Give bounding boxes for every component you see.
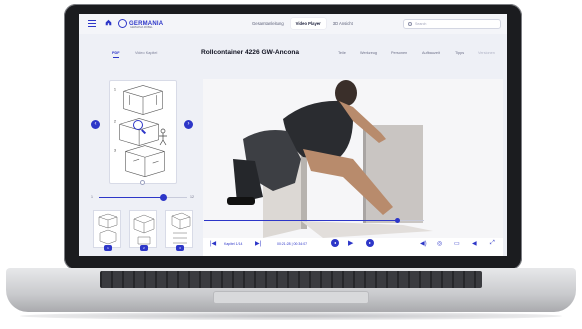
speaker-icon[interactable]: ◀ xyxy=(472,240,477,247)
fullscreen-icon[interactable]: ⤢ xyxy=(490,240,495,247)
page-indicator xyxy=(140,180,145,185)
logo-mark xyxy=(118,19,127,28)
slider-max-label: 12 xyxy=(190,195,194,199)
search-input[interactable]: Search xyxy=(403,19,501,29)
chapter-label: Kapitel 1/14 xyxy=(224,242,243,246)
volume-icon[interactable]: ◀) xyxy=(420,240,427,247)
skip-forward-icon[interactable]: ▶| xyxy=(255,240,261,247)
search-icon xyxy=(408,22,412,26)
tab-versions[interactable]: Versionen xyxy=(478,51,495,55)
chapters-icon[interactable]: ◎ xyxy=(437,240,442,247)
thumbnail-number: 3 xyxy=(176,245,184,251)
subtitles-icon[interactable]: ▭ xyxy=(454,240,460,247)
tab-video-chapters[interactable]: Video Kapitel xyxy=(135,51,157,55)
logo-subtitle: GERMANIA MÖBEL xyxy=(130,26,153,29)
home-icon[interactable] xyxy=(105,19,112,26)
video-progress-bar[interactable] xyxy=(204,218,424,223)
tab-parts[interactable]: Teile xyxy=(338,51,346,55)
app-screen: GERMANIA GERMANIA MÖBEL Gesamtanleitung … xyxy=(79,14,507,256)
slider-min-label: 1 xyxy=(91,195,93,199)
rewind-icon[interactable]: ◂ xyxy=(331,239,339,247)
video-progress-fill xyxy=(204,220,398,222)
svg-text:2: 2 xyxy=(114,118,116,123)
tab-pdf[interactable]: PDF xyxy=(112,51,120,58)
zoom-icon[interactable] xyxy=(133,120,143,130)
app-header: GERMANIA GERMANIA MÖBEL Gesamtanleitung … xyxy=(79,14,507,34)
laptop-shadow xyxy=(20,312,562,320)
tab-tools[interactable]: Werkzeug xyxy=(360,51,377,55)
laptop-trackpad xyxy=(214,292,368,303)
tab-tips[interactable]: Tipps xyxy=(455,51,464,55)
nav-tab-video-player[interactable]: Video Player xyxy=(290,18,326,29)
page-slider-knob[interactable] xyxy=(159,194,167,201)
thumbnail-drawing xyxy=(98,213,118,245)
svg-text:3: 3 xyxy=(114,147,116,152)
menu-icon[interactable] xyxy=(88,20,96,27)
search-placeholder: Search xyxy=(415,22,427,26)
video-time: 00:21:28 | 00:34:07 xyxy=(277,242,308,246)
thumbnail-number: 2 xyxy=(140,245,148,251)
chevron-right-icon[interactable]: › xyxy=(184,120,193,129)
page-title: Rollcontainer 4226 GW-Ancona xyxy=(201,49,300,56)
page-slider-fill xyxy=(99,197,164,198)
pdf-thumbnail[interactable]: 1 xyxy=(93,210,121,251)
forward-icon[interactable]: ▸ xyxy=(366,239,374,247)
assembly-video-image xyxy=(203,79,503,238)
pdf-thumbnail[interactable]: 2 xyxy=(129,210,157,251)
tab-build-time[interactable]: Aufbauzeit xyxy=(422,51,440,55)
thumbnail-drawing xyxy=(133,214,155,245)
person-icon xyxy=(159,128,167,146)
pdf-thumbnail[interactable]: 3 xyxy=(165,210,193,251)
thumbnail-drawing xyxy=(171,212,191,244)
page-slider[interactable] xyxy=(99,194,187,201)
tab-persons[interactable]: Personen xyxy=(391,51,407,55)
svg-text:1: 1 xyxy=(114,86,116,91)
nav-tab-3d-view[interactable]: 3D Ansicht xyxy=(328,18,358,29)
skip-back-icon[interactable]: |◀ xyxy=(210,240,216,247)
play-icon[interactable]: ▶ xyxy=(348,239,353,247)
chevron-left-icon[interactable]: ‹ xyxy=(91,120,100,129)
main-nav: Gesamtanleitung Video Player 3D Ansicht xyxy=(247,18,358,29)
video-frame[interactable] xyxy=(203,79,503,238)
nav-tab-overview[interactable]: Gesamtanleitung xyxy=(247,18,289,29)
laptop-mockup: GERMANIA GERMANIA MÖBEL Gesamtanleitung … xyxy=(0,0,582,329)
laptop-keyboard xyxy=(100,271,482,288)
thumbnail-number: 1 xyxy=(104,245,112,251)
